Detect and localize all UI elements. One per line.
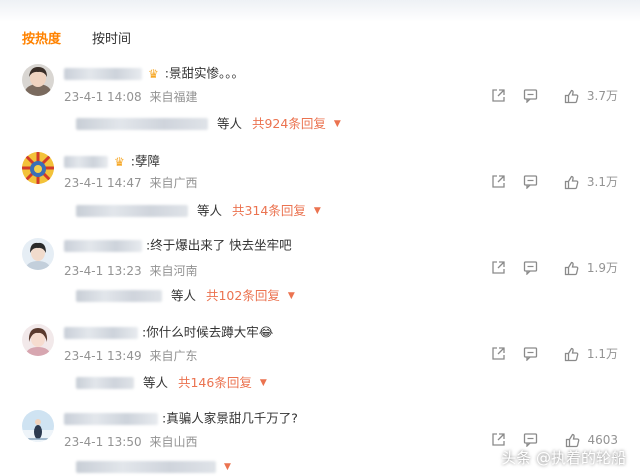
reply-suffix: 等人 bbox=[170, 287, 196, 303]
share-icon[interactable] bbox=[491, 260, 506, 276]
like-button[interactable]: 4603 bbox=[565, 432, 618, 448]
comment-icon[interactable] bbox=[523, 88, 538, 104]
like-button[interactable]: 1.9万 bbox=[564, 260, 618, 276]
chevron-down-icon: ▼ bbox=[333, 118, 341, 129]
avatar[interactable] bbox=[22, 64, 54, 96]
like-count: 4603 bbox=[587, 433, 618, 447]
comment-header: ♛ :景甜实惨。。。 bbox=[64, 64, 244, 82]
comment-actions: 4603 bbox=[458, 432, 618, 448]
chevron-down-icon: ▼ bbox=[223, 461, 231, 472]
replier-names-blurred bbox=[76, 376, 134, 389]
comment-meta: 23-4-1 13:50 来自山西 bbox=[64, 433, 201, 450]
replier-names-blurred bbox=[76, 204, 188, 217]
comment-header: :你什么时候去蹲大牢😂 bbox=[64, 323, 273, 341]
comment-location: 来自福建 bbox=[149, 90, 198, 104]
comment-actions: 1.9万 bbox=[458, 260, 618, 276]
username-blurred[interactable] bbox=[64, 67, 142, 80]
reply-total-link[interactable]: 共924条回复 bbox=[252, 116, 326, 131]
comment-meta: 23-4-1 14:08 来自福建 bbox=[64, 88, 201, 105]
avatar[interactable] bbox=[22, 238, 54, 270]
avatar[interactable] bbox=[22, 152, 54, 184]
reply-suffix: 等人 bbox=[142, 374, 168, 390]
chevron-down-icon: ▼ bbox=[287, 290, 295, 301]
username-blurred[interactable] bbox=[64, 239, 142, 252]
comment-text: :景甜实惨。。。 bbox=[164, 65, 244, 81]
chevron-down-icon: ▼ bbox=[313, 205, 321, 216]
thumbs-up-icon bbox=[564, 347, 579, 362]
comment-location: 来自山西 bbox=[149, 435, 198, 449]
comment-actions: 1.1万 bbox=[458, 346, 618, 362]
reply-summary[interactable]: ▼ bbox=[76, 457, 231, 475]
comment-text: :孽障 bbox=[130, 153, 160, 169]
reply-total-link[interactable]: 共314条回复 bbox=[232, 203, 306, 218]
replier-names-blurred bbox=[76, 117, 208, 130]
comment-date: 23-4-1 14:47 bbox=[64, 176, 142, 190]
comment-text: :真骗人家景甜几千万了? bbox=[161, 410, 298, 426]
reply-total-link[interactable]: 共146条回复 bbox=[178, 375, 252, 390]
comment-date: 23-4-1 13:49 bbox=[64, 349, 142, 363]
vip-crown-icon: ♛ bbox=[113, 154, 125, 169]
comment-text: :终于爆出来了 快去坐牢吧 bbox=[145, 237, 292, 253]
thumbs-up-icon bbox=[564, 175, 579, 190]
top-fade bbox=[0, 0, 640, 22]
comment-icon[interactable] bbox=[523, 260, 538, 276]
thumbs-up-icon bbox=[564, 261, 579, 276]
thumbs-up-icon bbox=[565, 433, 580, 448]
reply-total-link[interactable]: 共102条回复 bbox=[206, 288, 280, 303]
like-count: 3.7万 bbox=[586, 89, 618, 103]
comment-header: :真骗人家景甜几千万了? bbox=[64, 409, 298, 427]
reply-suffix: 等人 bbox=[196, 202, 222, 218]
reply-summary[interactable]: 等人 共924条回复 ▼ bbox=[76, 114, 341, 132]
avatar[interactable] bbox=[22, 410, 54, 442]
like-count: 3.1万 bbox=[586, 175, 618, 189]
username-blurred[interactable] bbox=[64, 326, 138, 339]
comment-location: 来自河南 bbox=[149, 264, 198, 278]
tab-sort-by-hot[interactable]: 按热度 bbox=[22, 28, 61, 47]
replier-names-blurred bbox=[76, 460, 216, 473]
comment-actions: 3.7万 bbox=[458, 88, 618, 104]
chevron-down-icon: ▼ bbox=[259, 377, 267, 388]
replier-names-blurred bbox=[76, 289, 162, 302]
comment-meta: 23-4-1 13:23 来自河南 bbox=[64, 262, 201, 279]
comment-header: :终于爆出来了 快去坐牢吧 bbox=[64, 236, 292, 254]
share-icon[interactable] bbox=[491, 432, 506, 448]
share-icon[interactable] bbox=[491, 88, 506, 104]
username-blurred[interactable] bbox=[64, 155, 108, 168]
comment-header: ♛ :孽障 bbox=[64, 152, 160, 170]
comment-location: 来自广东 bbox=[149, 349, 198, 363]
comment-text: :你什么时候去蹲大牢😂 bbox=[141, 324, 274, 340]
comment-icon[interactable] bbox=[523, 174, 538, 190]
comment-icon[interactable] bbox=[523, 432, 538, 448]
like-button[interactable]: 3.7万 bbox=[564, 88, 618, 104]
share-icon[interactable] bbox=[491, 346, 506, 362]
watermark: 头条 @执着的轮船 bbox=[501, 449, 626, 467]
like-count: 1.1万 bbox=[586, 347, 618, 361]
tab-sort-by-time[interactable]: 按时间 bbox=[92, 28, 131, 47]
like-button[interactable]: 1.1万 bbox=[564, 346, 618, 362]
comment-location: 来自广西 bbox=[149, 176, 198, 190]
reply-summary[interactable]: 等人 共102条回复 ▼ bbox=[76, 286, 295, 304]
username-blurred[interactable] bbox=[64, 412, 158, 425]
like-count: 1.9万 bbox=[586, 261, 618, 275]
like-button[interactable]: 3.1万 bbox=[564, 174, 618, 190]
share-icon[interactable] bbox=[491, 174, 506, 190]
avatar[interactable] bbox=[22, 324, 54, 356]
comment-date: 23-4-1 13:23 bbox=[64, 264, 142, 278]
comment-meta: 23-4-1 13:49 来自广东 bbox=[64, 347, 201, 364]
thumbs-up-icon bbox=[564, 89, 579, 104]
comment-meta: 23-4-1 14:47 来自广西 bbox=[64, 174, 201, 191]
reply-summary[interactable]: 等人 共146条回复 ▼ bbox=[76, 373, 267, 391]
reply-suffix: 等人 bbox=[216, 115, 242, 131]
comment-icon[interactable] bbox=[523, 346, 538, 362]
comment-date: 23-4-1 13:50 bbox=[64, 435, 142, 449]
reply-summary[interactable]: 等人 共314条回复 ▼ bbox=[76, 201, 321, 219]
comment-date: 23-4-1 14:08 bbox=[64, 90, 142, 104]
vip-crown-icon: ♛ bbox=[147, 66, 159, 81]
comment-actions: 3.1万 bbox=[458, 174, 618, 190]
